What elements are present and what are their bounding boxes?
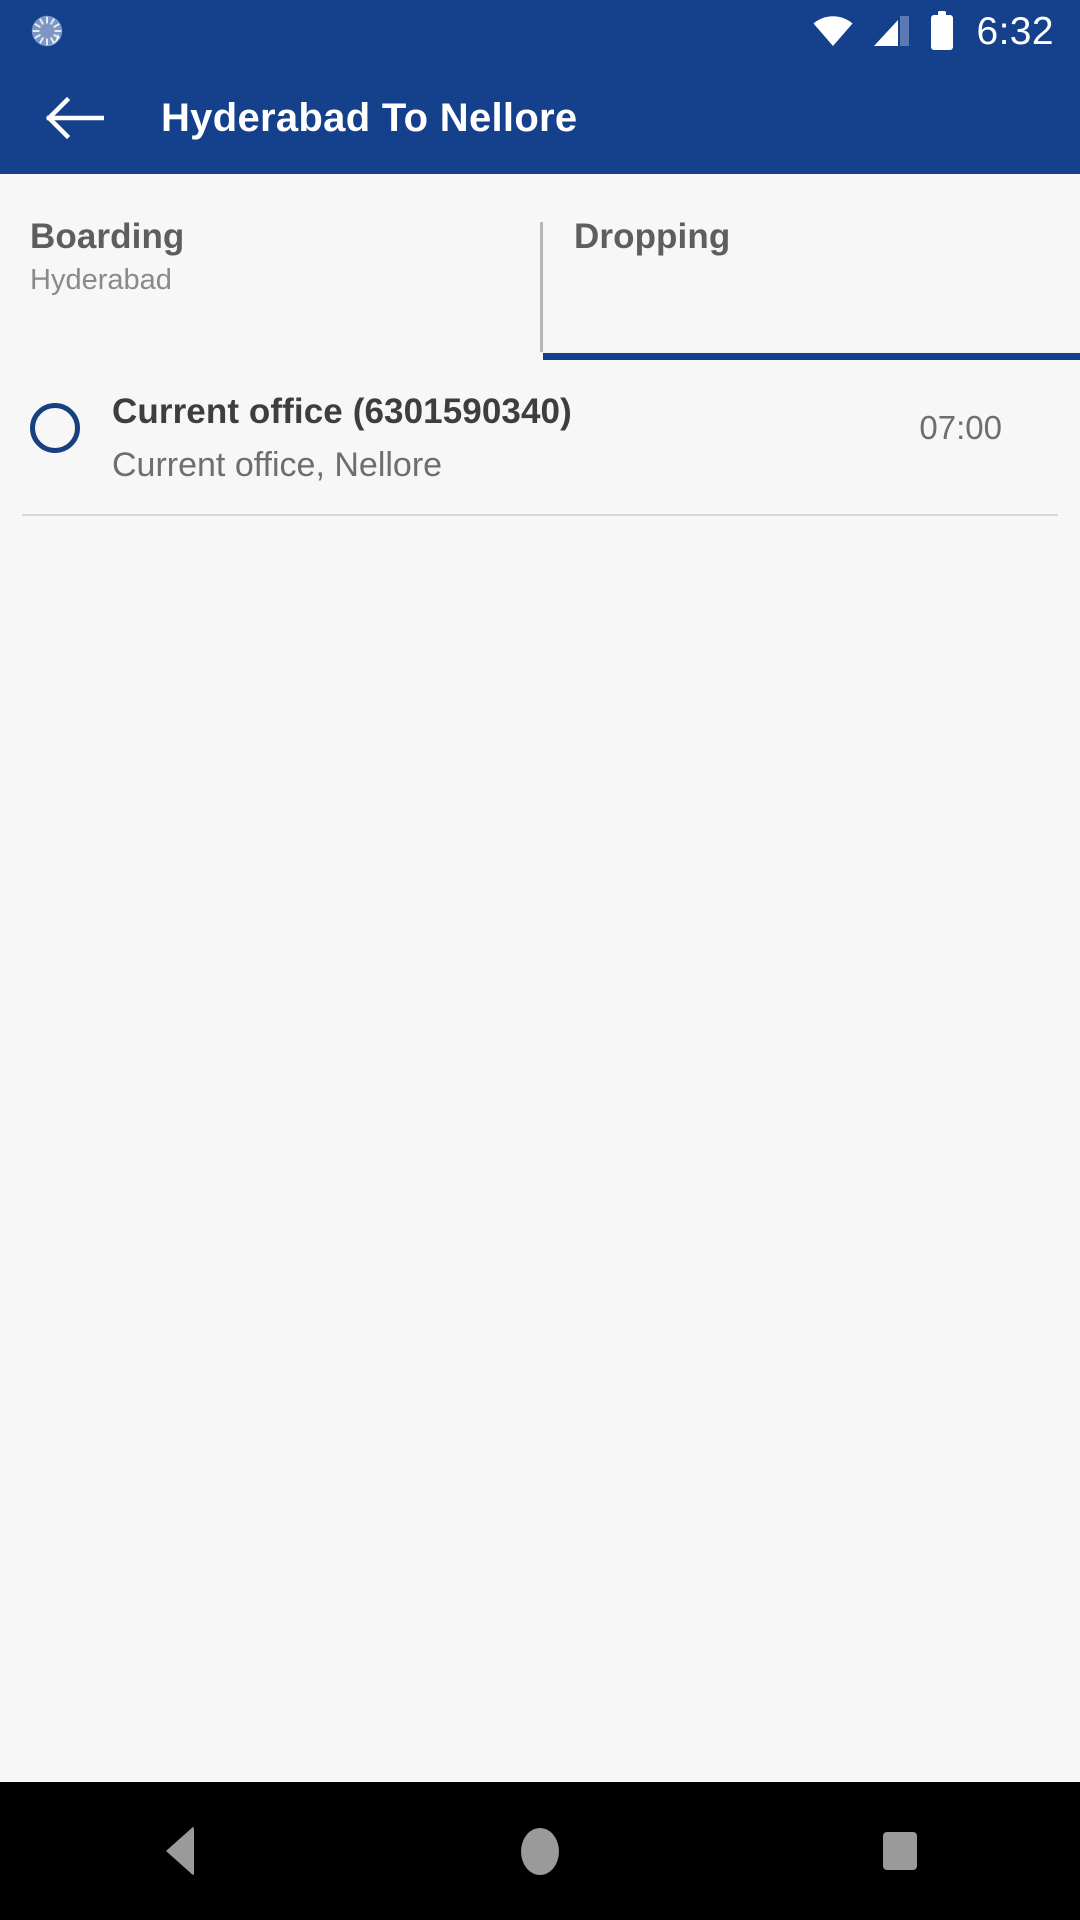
tab-boarding-sublabel: Hyderabad <box>30 264 172 297</box>
dropping-point-list: Current office (6301590340) Current offi… <box>0 359 1080 516</box>
nav-home-button[interactable] <box>360 1782 720 1920</box>
radio-button-unselected[interactable] <box>30 403 80 453</box>
wifi-icon <box>811 12 855 50</box>
nav-recents-button[interactable] <box>720 1782 1080 1920</box>
android-navigation-bar <box>0 1782 1080 1920</box>
list-item-title: Current office (6301590340) <box>112 392 572 431</box>
tab-dropping[interactable]: Dropping <box>540 174 1080 359</box>
status-bar: 6:32 <box>0 0 1080 62</box>
nav-back-button[interactable] <box>0 1782 360 1920</box>
status-bar-clock: 6:32 <box>976 9 1054 53</box>
page-title: Hyderabad To Nellore <box>161 95 578 140</box>
list-item-body: Current office (6301590340) Current offi… <box>112 391 919 486</box>
tab-bar: Boarding Hyderabad Dropping <box>0 174 1080 360</box>
back-button[interactable] <box>44 87 106 149</box>
app-screen: 6:32 Hyderabad To Nellore Boarding Hyder… <box>0 0 1080 1920</box>
arrow-left-icon <box>46 96 104 140</box>
battery-icon <box>929 11 955 51</box>
list-item-time: 07:00 <box>919 409 1002 446</box>
cellular-signal-icon <box>872 12 912 50</box>
tab-dropping-label: Dropping <box>574 217 731 256</box>
sync-spinner-icon <box>28 12 66 50</box>
list-divider <box>22 513 1058 516</box>
list-item-subtitle: Current office, Nellore <box>112 446 443 484</box>
app-bar: Hyderabad To Nellore <box>0 62 1080 174</box>
list-item[interactable]: Current office (6301590340) Current offi… <box>0 359 1080 514</box>
tab-boarding[interactable]: Boarding Hyderabad <box>0 174 540 359</box>
back-triangle-icon <box>166 1826 194 1876</box>
tab-boarding-label: Boarding <box>30 217 185 256</box>
tab-divider <box>540 222 543 352</box>
recents-square-icon <box>883 1832 917 1870</box>
status-bar-right: 6:32 <box>811 11 1054 51</box>
status-bar-left <box>28 12 66 50</box>
home-circle-icon <box>521 1827 559 1875</box>
